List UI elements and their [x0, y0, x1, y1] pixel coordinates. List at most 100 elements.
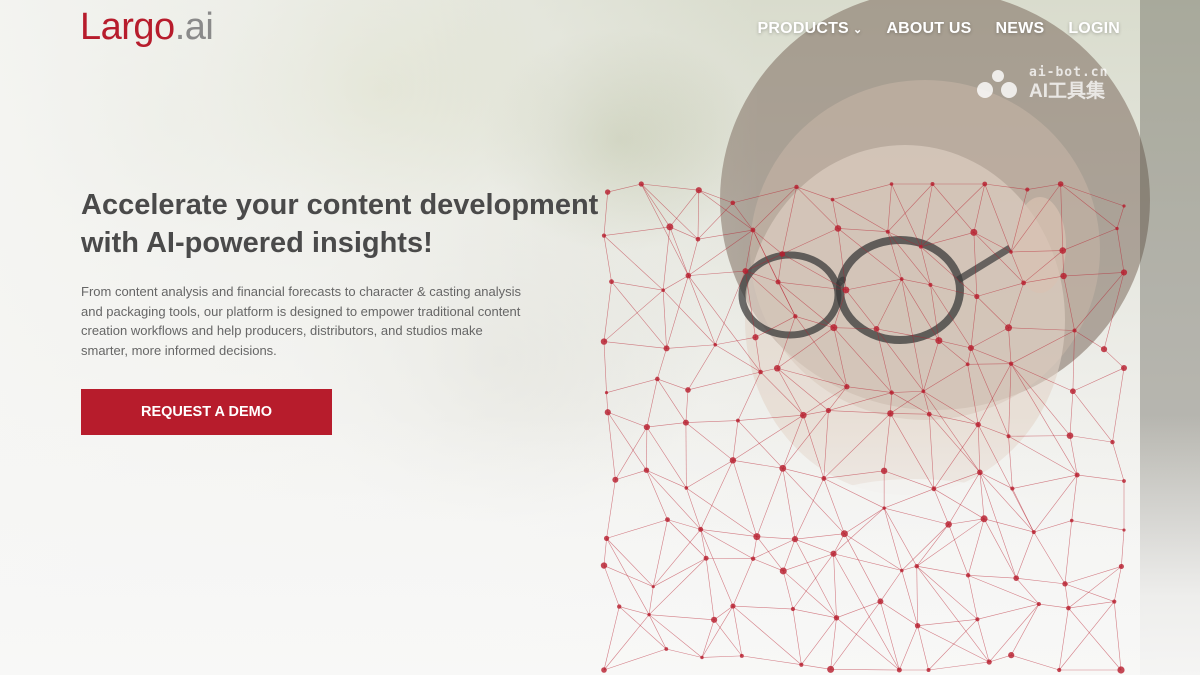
mesh-line [687, 371, 761, 391]
mesh-line [928, 661, 990, 671]
mesh-point [1060, 272, 1067, 280]
mesh-line [752, 186, 797, 231]
mesh-point [821, 476, 827, 481]
mesh-line [1062, 250, 1064, 277]
mesh-line [801, 664, 831, 670]
watermark-logo-icon [977, 69, 1017, 98]
mesh-point [1013, 575, 1019, 581]
mesh-line [653, 529, 701, 587]
mesh-line [920, 232, 974, 248]
mesh-point [1074, 472, 1080, 478]
mesh-line [988, 603, 1040, 663]
mesh-lines [603, 183, 1125, 671]
mesh-point [1121, 364, 1127, 371]
mesh-line [782, 228, 839, 255]
mesh-line [698, 189, 733, 204]
mesh-line [1015, 531, 1035, 579]
mesh-line [932, 183, 975, 233]
mesh-line [701, 605, 734, 658]
mesh-line [697, 190, 700, 240]
mesh-point [926, 668, 931, 672]
mesh-line [828, 386, 848, 411]
mesh-line [977, 363, 1012, 425]
mesh-point [899, 277, 904, 281]
mesh-line [1008, 327, 1012, 364]
mesh-line [976, 296, 1009, 328]
mesh-line [657, 378, 689, 391]
mesh-line [823, 410, 829, 479]
mesh-line [732, 605, 793, 610]
mesh-line [967, 363, 1012, 365]
mesh-line [801, 617, 837, 665]
mesh-line [687, 344, 716, 391]
mesh-line [752, 229, 783, 255]
chevron-down-icon: ⌄ [852, 23, 863, 36]
mesh-line [836, 617, 900, 671]
mesh-line [1008, 436, 1013, 489]
request-demo-button[interactable]: REQUEST A DEMO [81, 389, 332, 435]
mesh-line [1016, 577, 1066, 585]
mesh-point [1122, 479, 1126, 483]
mesh-line [833, 553, 902, 571]
mesh-line [796, 186, 839, 229]
mesh-line [606, 519, 668, 539]
mesh-line [884, 488, 935, 509]
mesh-line [876, 278, 902, 330]
mesh-line [1060, 183, 1125, 207]
mesh-point [965, 573, 971, 578]
nav-item-about[interactable]: ABOUT US [886, 20, 971, 38]
mesh-point [825, 407, 832, 414]
mesh-point [729, 457, 737, 464]
nav-item-login[interactable]: LOGIN [1068, 20, 1120, 38]
mesh-line [891, 390, 924, 393]
nav-item-news[interactable]: NEWS [996, 20, 1045, 38]
mesh-line [794, 478, 825, 540]
mesh-line [649, 614, 715, 621]
mesh-line [745, 271, 756, 338]
nav-about-label: ABOUT US [886, 20, 972, 37]
mesh-line [606, 538, 650, 615]
mesh-line [792, 608, 837, 619]
mesh-line [697, 229, 753, 240]
mesh-point [1010, 486, 1015, 491]
mesh-line [929, 414, 981, 473]
mesh-line [657, 378, 687, 423]
mesh-line [714, 270, 746, 345]
watermark-domain: ai-bot.cn [1029, 65, 1109, 80]
mesh-line [688, 275, 761, 373]
mesh-line [1071, 520, 1125, 531]
mesh-line [745, 270, 779, 283]
mesh-line [685, 422, 734, 461]
mesh-line [1010, 330, 1075, 364]
mesh-line [968, 575, 1017, 579]
mesh-point [1025, 187, 1030, 192]
mesh-line [603, 565, 654, 587]
mesh-point [703, 555, 709, 561]
mesh-point [647, 612, 651, 617]
watermark-name: AI工具集 [1029, 81, 1106, 102]
mesh-line [884, 507, 949, 525]
mesh-line [648, 586, 654, 615]
mesh-line [973, 232, 1012, 253]
mesh-line [977, 424, 1035, 533]
mesh-line [884, 470, 935, 490]
nav-products-label: PRODUCTS [757, 20, 849, 37]
mesh-point [1072, 328, 1077, 333]
mesh-point [700, 655, 704, 660]
mesh-line [979, 472, 1035, 533]
mesh-line [978, 424, 1009, 437]
mesh-point [1009, 250, 1013, 254]
site-logo[interactable]: Largo .ai [80, 6, 214, 50]
mesh-line [777, 368, 829, 411]
mesh-line [732, 460, 783, 469]
mesh-point [799, 662, 804, 667]
mesh-line [883, 413, 891, 471]
mesh-line [1063, 275, 1075, 331]
mesh-point [830, 197, 835, 202]
mesh-line [1008, 282, 1024, 328]
mesh-line [1010, 183, 1061, 253]
mesh-line [833, 553, 900, 671]
mesh-point [974, 293, 980, 300]
nav-item-products[interactable]: PRODUCTS ⌄ [758, 20, 863, 38]
mesh-line [1010, 363, 1078, 476]
